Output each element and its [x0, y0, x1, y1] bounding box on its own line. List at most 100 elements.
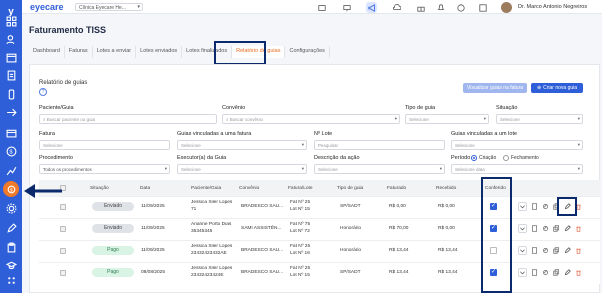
tab-lotes-a-enviar[interactable]: Lotes a enviar: [93, 46, 137, 58]
th-faturado[interactable]: Faturado: [387, 186, 406, 191]
row-faturado: R$ 13,44: [389, 270, 409, 275]
th-paciente[interactable]: Paciente/Guia: [191, 186, 221, 191]
bell-icon[interactable]: [435, 2, 446, 13]
edit-icon[interactable]: [563, 246, 572, 255]
info-icon[interactable]: ?: [39, 88, 47, 96]
chevron-down-icon[interactable]: [518, 268, 527, 277]
th-recebido[interactable]: Recebido: [436, 186, 456, 191]
row-select-checkbox[interactable]: [60, 204, 66, 210]
row-lote[interactable]: Lot Nº 15: [290, 273, 310, 278]
tab-lotes-enviados[interactable]: Lotes enviados: [136, 46, 183, 58]
search-convenio-input[interactable]: ⌕ Buscar convênio ▾: [222, 114, 400, 124]
attach-icon[interactable]: [541, 202, 550, 211]
settings-icon[interactable]: [3, 200, 19, 216]
document-icon[interactable]: [3, 67, 19, 83]
periodo-date-select[interactable]: Selecione data ▾: [451, 164, 583, 174]
th-convenio[interactable]: Convênio: [239, 186, 259, 191]
chevron-down-icon[interactable]: [518, 246, 527, 255]
row-patient[interactable]: Jessica Xiler Lopes: [191, 244, 236, 249]
calendar-icon[interactable]: [3, 49, 19, 65]
clinic-selector[interactable]: Clínica Eyecare He... ▾: [75, 3, 143, 11]
copy-icon[interactable]: [552, 224, 561, 233]
tab-configuracoes[interactable]: Configurações: [285, 46, 330, 58]
document-icon[interactable]: [530, 246, 539, 255]
row-faturado: R$ 0,00: [389, 204, 406, 209]
grid-icon[interactable]: [3, 272, 19, 288]
chart-icon[interactable]: [3, 162, 19, 178]
radio-criacao[interactable]: Criação: [471, 155, 496, 161]
executor-select[interactable]: Selecione ▾: [177, 164, 307, 174]
monitor-icon[interactable]: [341, 2, 352, 13]
clipboard-icon[interactable]: [3, 239, 19, 255]
gift-icon[interactable]: [415, 2, 426, 13]
attach-icon[interactable]: [541, 268, 550, 277]
row-guide-number: 71: [191, 207, 197, 212]
view-guides-button[interactable]: Visualizar guias na fatura: [463, 83, 527, 93]
users-icon[interactable]: [3, 31, 19, 47]
descricao-select[interactable]: Selecione ▾: [314, 164, 445, 174]
th-situacao[interactable]: Situação: [90, 186, 109, 191]
edit-icon[interactable]: [563, 224, 572, 233]
row-lote[interactable]: Lot Nº 72: [290, 229, 310, 234]
help-icon[interactable]: [455, 2, 466, 13]
search-patient-input[interactable]: ⌕ Buscar paciente ou guia: [39, 114, 217, 124]
graduation-icon[interactable]: [3, 257, 19, 273]
delete-icon[interactable]: [574, 224, 583, 233]
guias-fatura-select[interactable]: Selecione ▾: [177, 140, 307, 150]
avatar[interactable]: [501, 2, 512, 13]
row-lote[interactable]: Lot Nº 15: [290, 207, 310, 212]
row-patient[interactable]: Jessica Xiler Lopes: [191, 266, 236, 271]
megaphone-icon[interactable]: [366, 2, 377, 13]
apps-icon[interactable]: [477, 2, 488, 13]
phone-icon[interactable]: [3, 86, 19, 102]
row-guide-number: 35345345: [191, 229, 213, 234]
chevron-down-icon[interactable]: [518, 202, 527, 211]
row-patient[interactable]: Jessica Xiler Lopes: [191, 200, 236, 205]
edit-icon[interactable]: [563, 268, 572, 277]
dashboard-icon[interactable]: [3, 13, 19, 29]
row-tipo: Honorário: [340, 248, 362, 253]
tab-dashboard[interactable]: Dashboard: [29, 46, 65, 58]
tab-faturas[interactable]: Faturas: [65, 46, 93, 58]
guias-lote-select[interactable]: Selecione ▾: [451, 140, 583, 150]
row-fatura[interactable]: Fat Nº 75: [290, 222, 310, 227]
attach-icon[interactable]: [541, 224, 550, 233]
radio-fechamento-label: Fechamento: [511, 155, 539, 161]
attach-icon[interactable]: [541, 246, 550, 255]
chevron-down-icon: ▾: [301, 166, 304, 171]
th-data[interactable]: Data: [140, 186, 150, 191]
fatura-select[interactable]: Selecione: [39, 140, 170, 150]
delete-icon[interactable]: [574, 246, 583, 255]
box-icon[interactable]: [3, 124, 19, 140]
row-fatura[interactable]: Fat Nº 25: [290, 244, 310, 249]
document-icon[interactable]: [530, 224, 539, 233]
lote-input[interactable]: Pesquisar: [314, 140, 445, 150]
document-icon[interactable]: [530, 202, 539, 211]
notifications-badge-icon[interactable]: [316, 2, 327, 13]
tipo-guia-select[interactable]: Selecione ▾: [405, 114, 489, 124]
cloud-icon[interactable]: [391, 2, 402, 13]
th-tipo[interactable]: Tipo de guia: [337, 186, 363, 191]
copy-icon[interactable]: [552, 246, 561, 255]
row-patient[interactable]: Arianne Porto Dias: [191, 222, 236, 227]
procedimento-select[interactable]: Todos os procedimentos ▾: [39, 164, 170, 174]
radio-fechamento[interactable]: Fechamento: [503, 155, 539, 161]
situacao-select[interactable]: Selecione ▾: [496, 114, 583, 124]
row-select-checkbox[interactable]: [60, 270, 66, 276]
row-fatura[interactable]: Fat Nº 25: [290, 200, 310, 205]
th-fatura-lote[interactable]: Fatura/Lote: [288, 186, 313, 191]
row-lote[interactable]: Lot Nº 16: [290, 251, 310, 256]
billing-icon[interactable]: $: [3, 181, 19, 197]
edit-icon[interactable]: [3, 220, 19, 236]
transfer-icon[interactable]: [3, 104, 19, 120]
document-icon[interactable]: [530, 268, 539, 277]
money-icon[interactable]: $: [3, 143, 19, 159]
chevron-down-icon[interactable]: [518, 224, 527, 233]
create-guide-button[interactable]: ⊕ Criar nova guia: [531, 83, 583, 93]
delete-icon[interactable]: [574, 268, 583, 277]
row-select-checkbox[interactable]: [60, 226, 66, 232]
user-name[interactable]: Dr. Marco Antonio Negreiros: [518, 4, 587, 10]
row-fatura[interactable]: Fat Nº 25: [290, 266, 310, 271]
row-select-checkbox[interactable]: [60, 248, 66, 254]
copy-icon[interactable]: [552, 268, 561, 277]
